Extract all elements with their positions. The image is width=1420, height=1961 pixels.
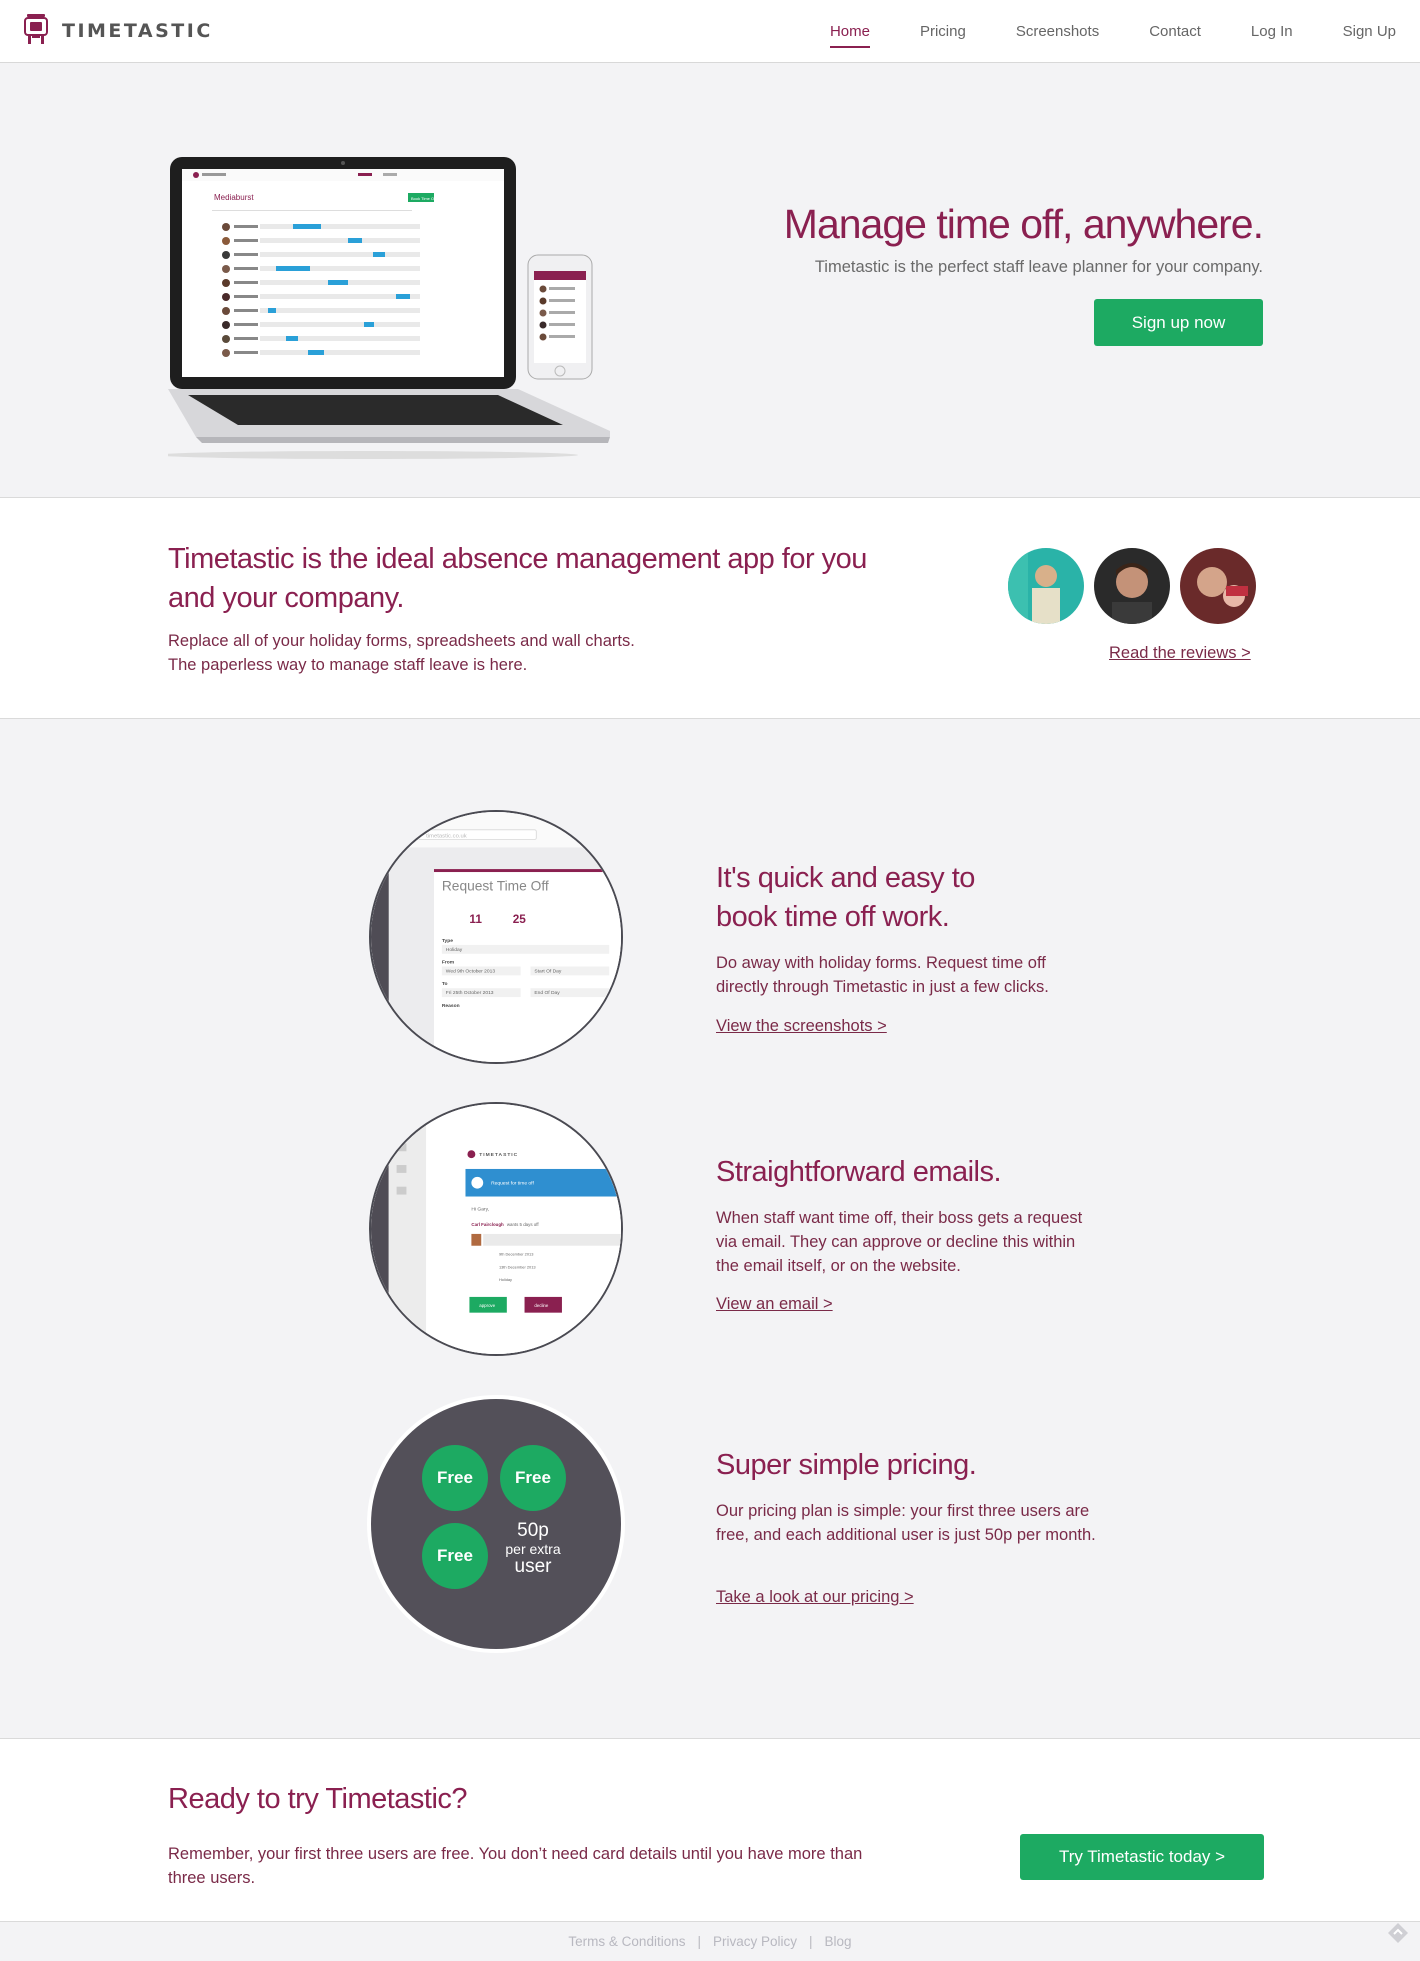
cta-title: Ready to try Timetastic? xyxy=(168,1783,468,1815)
mock-day-from: 11 xyxy=(469,912,482,926)
nav-home[interactable]: Home xyxy=(829,15,870,48)
feature-emails-title: Straightforward emails. xyxy=(716,1156,1002,1188)
intro-title: Timetastic is the ideal absence manageme… xyxy=(168,543,867,614)
laptop-book-button-label: Book Time Off xyxy=(411,196,437,201)
footer: Terms & Conditions | Privacy Policy | Bl… xyxy=(0,1922,1420,1961)
sign-up-now-button[interactable]: Sign up now xyxy=(1094,299,1263,346)
view-pricing-link[interactable]: Take a look at our pricing > xyxy=(716,1588,914,1607)
mock-email-date-to: 13th December 2013 xyxy=(499,1264,536,1269)
hero-title: Manage time off, anywhere. xyxy=(783,201,1264,247)
intro-line-1: Replace all of your holiday forms, sprea… xyxy=(168,632,635,650)
cta-text: Remember, your first three users are fre… xyxy=(168,1845,863,1887)
footer-terms-link[interactable]: Terms & Conditions xyxy=(568,1934,685,1949)
reviewer-avatar-3[interactable] xyxy=(1180,548,1256,624)
feature-booking-title-line-1: It's quick and easy to xyxy=(716,862,975,894)
mock-email-greeting: Hi Gary, xyxy=(471,1206,489,1212)
hero-section: Mediaburst Book Time Off Manage time off… xyxy=(0,63,1420,498)
mock-reason-label: Reason xyxy=(442,1003,460,1009)
free-user-3: Free xyxy=(422,1523,488,1589)
read-reviews-link[interactable]: Read the reviews > xyxy=(1109,644,1251,663)
feature-pricing-title: Super simple pricing. xyxy=(716,1449,977,1481)
reviewer-avatar-2[interactable] xyxy=(1094,548,1170,624)
view-email-link[interactable]: View an email > xyxy=(716,1295,833,1314)
mock-email-brand: TIMETASTIC xyxy=(479,1152,518,1158)
view-screenshots-link[interactable]: View the screenshots > xyxy=(716,1017,887,1036)
nav-screenshots[interactable]: Screenshots xyxy=(1016,15,1099,48)
mock-day-to: 25 xyxy=(513,912,527,926)
nav-pricing[interactable]: Pricing xyxy=(920,15,966,48)
mock-to-label: To xyxy=(442,981,448,987)
footer-separator: | xyxy=(809,1934,813,1949)
brand-name: TIMETASTIC xyxy=(62,20,213,42)
mock-email-requester: Carl Fairclough xyxy=(471,1222,504,1227)
mock-decline-button: decline xyxy=(534,1303,549,1308)
extra-user-line-2: user xyxy=(514,1556,552,1577)
mock-email-header: Request for time off xyxy=(491,1181,534,1187)
feature-booking-title-line-2: book time off work. xyxy=(716,901,950,933)
mock-to-part: End Of Day xyxy=(534,990,560,996)
top-nav: TIMETASTIC Home Pricing Screenshots Cont… xyxy=(0,0,1420,63)
timetastic-logo-icon xyxy=(24,14,48,44)
back-to-top-icon[interactable] xyxy=(1386,1921,1410,1945)
try-timetastic-button[interactable]: Try Timetastic today > xyxy=(1020,1834,1264,1880)
mock-type-label: Type xyxy=(442,938,453,944)
request-time-off-illustration: timetastic.co.uk Request Time Off 11 25 … xyxy=(369,810,623,1064)
intro-section: Timetastic is the ideal absence manageme… xyxy=(0,498,1420,719)
cta-section: Ready to try Timetastic? Remember, your … xyxy=(0,1739,1420,1922)
feature-booking-title: It's quick and easy to book time off wor… xyxy=(716,859,1116,937)
feature-booking-text: Do away with holiday forms. Request time… xyxy=(716,954,1049,996)
brand[interactable]: TIMETASTIC xyxy=(22,11,213,51)
reviewer-avatars xyxy=(1008,548,1256,624)
intro-text: Replace all of your holiday forms, sprea… xyxy=(168,629,635,677)
intro-line-2: The paperless way to manage staff leave … xyxy=(168,656,528,674)
mock-from-part: Start Of Day xyxy=(534,968,562,974)
mock-type-value: Holiday xyxy=(446,947,463,953)
mock-approve-button: approve xyxy=(479,1303,495,1308)
extra-user-amount: 50p xyxy=(517,1520,549,1541)
nav-sign-up[interactable]: Sign Up xyxy=(1343,15,1396,48)
nav-contact[interactable]: Contact xyxy=(1149,15,1201,48)
footer-blog-link[interactable]: Blog xyxy=(825,1934,852,1949)
mock-from-value: Wed 9th October 2013 xyxy=(446,968,496,974)
footer-privacy-link[interactable]: Privacy Policy xyxy=(713,1934,797,1949)
laptop-phone-image: Mediaburst Book Time Off xyxy=(168,157,610,459)
mock-email-date-from: 9th December 2013 xyxy=(499,1252,534,1257)
free-user-2: Free xyxy=(500,1445,566,1511)
mock-email-wants: wants 5 days off xyxy=(507,1222,540,1227)
extra-user-line-1: per extra xyxy=(505,1541,561,1557)
hero-subtitle: Timetastic is the perfect staff leave pl… xyxy=(814,258,1263,276)
nav-log-in[interactable]: Log In xyxy=(1251,15,1293,48)
feature-emails-text: When staff want time off, their boss get… xyxy=(716,1209,1083,1275)
laptop-company-label: Mediaburst xyxy=(214,193,254,202)
mock-from-label: From xyxy=(442,960,455,966)
free-user-1: Free xyxy=(422,1445,488,1511)
features-section: timetastic.co.uk Request Time Off 11 25 … xyxy=(0,719,1420,1739)
mock-url: timetastic.co.uk xyxy=(426,834,467,840)
reviewer-avatar-1[interactable] xyxy=(1008,548,1084,624)
email-illustration: TIMETASTIC Request for time off Hi Gary,… xyxy=(369,1102,623,1356)
pricing-illustration: Free Free Free 50p per extra user xyxy=(367,1395,625,1653)
mock-email-type: Holiday xyxy=(499,1277,512,1282)
nav-links: Home Pricing Screenshots Contact Log In … xyxy=(780,0,1396,63)
footer-separator: | xyxy=(697,1934,701,1949)
mock-to-value: Fri 25th October 2013 xyxy=(446,990,494,996)
extra-user-price: 50p per extra user xyxy=(500,1521,566,1589)
feature-pricing-text: Our pricing plan is simple: your first t… xyxy=(716,1502,1096,1544)
mock-request-heading: Request Time Off xyxy=(442,879,549,894)
